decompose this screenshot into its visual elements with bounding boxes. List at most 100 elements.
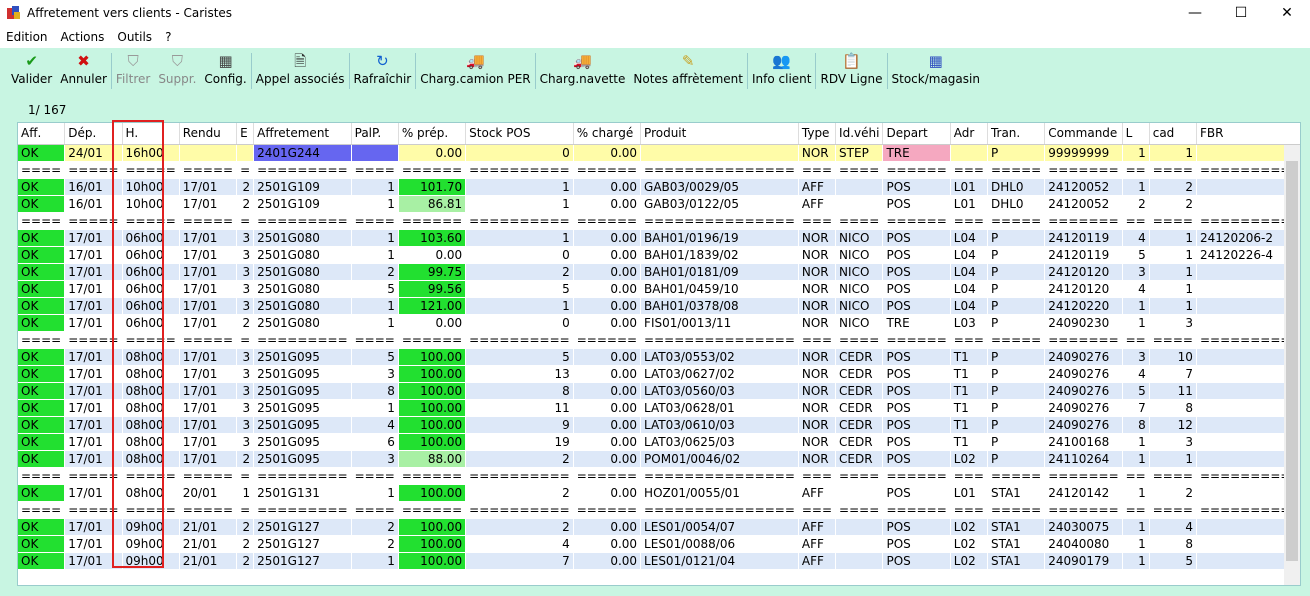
cell-h[interactable]: 08h00 <box>122 416 180 434</box>
cell-d-p[interactable]: 17/01 <box>64 552 123 570</box>
column-header[interactable]: Id.véhi <box>835 123 884 145</box>
cell-d-p[interactable]: 17/01 <box>64 365 123 383</box>
cell-aff[interactable]: OK <box>18 433 66 451</box>
cell-tran[interactable]: P <box>987 297 1046 315</box>
cell-d-p[interactable]: 17/01 <box>64 399 123 417</box>
table-row[interactable]: OK 17/01 06h00 17/01 3 2501G080 2 99.75 2 0.00 BAH… <box>18 263 1300 281</box>
cell-commande[interactable]: 24120052 <box>1044 195 1123 213</box>
column-header[interactable]: E <box>236 123 255 145</box>
table-row[interactable]: OK 17/01 06h00 17/01 3 2501G080 1 121.00 1 0.00 BA… <box>18 297 1300 315</box>
cell-e[interactable]: 3 <box>236 348 255 366</box>
cell-l[interactable]: 5 <box>1122 246 1150 264</box>
cell-cad[interactable]: 4 <box>1149 518 1197 536</box>
cell-commande[interactable]: 24040080 <box>1044 535 1123 553</box>
cell-pr-p[interactable]: 103.60 <box>398 229 467 247</box>
cell-palp[interactable]: 1 <box>351 399 399 417</box>
cell-stock-pos[interactable]: 0 <box>465 144 574 162</box>
cell-aff[interactable]: OK <box>18 246 66 264</box>
cell-h[interactable]: 08h00 <box>122 365 180 383</box>
menu-edition[interactable]: Edition <box>6 30 55 44</box>
menu-outils[interactable]: Outils <box>117 30 159 44</box>
cell-aff[interactable]: OK <box>18 195 66 213</box>
cell-aff[interactable]: OK <box>18 263 66 281</box>
cell-affretement[interactable]: 2501G080 <box>253 314 352 332</box>
cell-type[interactable]: NOR <box>798 399 837 417</box>
cell-palp[interactable]: 1 <box>351 229 399 247</box>
cell-tran[interactable]: P <box>987 450 1046 468</box>
cell-affretement[interactable]: 2501G080 <box>253 229 352 247</box>
cell-produit[interactable]: HOZ01/0055/01 <box>640 484 799 502</box>
cell-e[interactable]: 3 <box>236 433 255 451</box>
cell-rendu[interactable]: 17/01 <box>179 195 238 213</box>
cell-d-p[interactable]: 17/01 <box>64 535 123 553</box>
cell-cad[interactable]: 12 <box>1149 416 1197 434</box>
cell-id-v-hi[interactable]: NICO <box>835 263 884 281</box>
cell-type[interactable]: NOR <box>798 365 837 383</box>
cell-produit[interactable]: LAT03/0560/03 <box>640 382 799 400</box>
cell-tran[interactable]: P <box>987 433 1046 451</box>
cell-rendu[interactable]: 17/01 <box>179 280 238 298</box>
cell-stock-pos[interactable]: 2 <box>465 263 574 281</box>
cell-pr-p[interactable]: 100.00 <box>398 365 467 383</box>
cell-id-v-hi[interactable] <box>835 484 884 502</box>
cell-commande[interactable]: 24090276 <box>1044 365 1123 383</box>
cell-depart[interactable]: POS <box>882 552 951 570</box>
cell-palp[interactable]: 1 <box>351 484 399 502</box>
cell-depart[interactable]: POS <box>882 484 951 502</box>
cell-affretement[interactable]: 2501G095 <box>253 433 352 451</box>
cell-id-v-hi[interactable]: NICO <box>835 246 884 264</box>
cell-tran[interactable]: STA1 <box>987 535 1046 553</box>
cell-commande[interactable]: 24090276 <box>1044 382 1123 400</box>
cell-d-p[interactable]: 17/01 <box>64 229 123 247</box>
cell-aff[interactable]: OK <box>18 552 66 570</box>
column-header[interactable]: Affretement <box>253 123 352 145</box>
cell-charg[interactable]: 0.00 <box>573 314 642 332</box>
cell-h[interactable]: 08h00 <box>122 484 180 502</box>
table-row[interactable]: OK 24/01 16h00 2401G244 0.00 0 0.00 NOR STEP TRE P… <box>18 144 1300 162</box>
column-header[interactable]: Stock POS <box>465 123 574 145</box>
cell-id-v-hi[interactable]: NICO <box>835 280 884 298</box>
vertical-scrollbar[interactable] <box>1284 145 1300 585</box>
cell-produit[interactable] <box>640 144 799 162</box>
cell-depart[interactable]: POS <box>882 348 951 366</box>
cell-stock-pos[interactable]: 1 <box>465 178 574 196</box>
cell-id-v-hi[interactable]: NICO <box>835 229 884 247</box>
cell-pr-p[interactable]: 100.00 <box>398 535 467 553</box>
cell-id-v-hi[interactable]: CEDR <box>835 433 884 451</box>
cell-e[interactable]: 2 <box>236 518 255 536</box>
info-client-button[interactable]: 👥 Info client <box>748 48 815 93</box>
cell-d-p[interactable]: 17/01 <box>64 518 123 536</box>
cell-e[interactable]: 3 <box>236 399 255 417</box>
cell-rendu[interactable] <box>179 144 238 162</box>
cell-stock-pos[interactable]: 1 <box>465 195 574 213</box>
cell-id-v-hi[interactable] <box>835 535 884 553</box>
cell-rendu[interactable]: 17/01 <box>179 433 238 451</box>
cell-depart[interactable]: POS <box>882 450 951 468</box>
cell-palp[interactable]: 2 <box>351 263 399 281</box>
cell-depart[interactable]: POS <box>882 433 951 451</box>
cell-adr[interactable]: T1 <box>950 365 988 383</box>
cell-l[interactable]: 3 <box>1122 348 1150 366</box>
cell-h[interactable]: 10h00 <box>122 178 180 196</box>
cell-rendu[interactable]: 17/01 <box>179 365 238 383</box>
appel-associes-button[interactable]: 🗎 Appel associés <box>252 48 349 93</box>
cell-palp[interactable]: 4 <box>351 416 399 434</box>
cell-type[interactable]: NOR <box>798 314 837 332</box>
cell-h[interactable]: 06h00 <box>122 246 180 264</box>
cell-stock-pos[interactable]: 2 <box>465 450 574 468</box>
cell-charg[interactable]: 0.00 <box>573 348 642 366</box>
cell-affretement[interactable]: 2501G095 <box>253 348 352 366</box>
cell-type[interactable]: NOR <box>798 450 837 468</box>
cell-cad[interactable]: 2 <box>1149 178 1197 196</box>
cell-palp[interactable]: 8 <box>351 382 399 400</box>
cell-l[interactable]: 2 <box>1122 195 1150 213</box>
cell-aff[interactable]: OK <box>18 178 66 196</box>
cell-l[interactable]: 1 <box>1122 535 1150 553</box>
cell-rendu[interactable]: 21/01 <box>179 552 238 570</box>
minimize-button[interactable]: — <box>1172 0 1218 26</box>
column-header[interactable]: L <box>1122 123 1150 145</box>
cell-cad[interactable]: 8 <box>1149 535 1197 553</box>
cell-pr-p[interactable]: 100.00 <box>398 552 467 570</box>
cell-tran[interactable]: STA1 <box>987 484 1046 502</box>
cell-e[interactable]: 3 <box>236 382 255 400</box>
